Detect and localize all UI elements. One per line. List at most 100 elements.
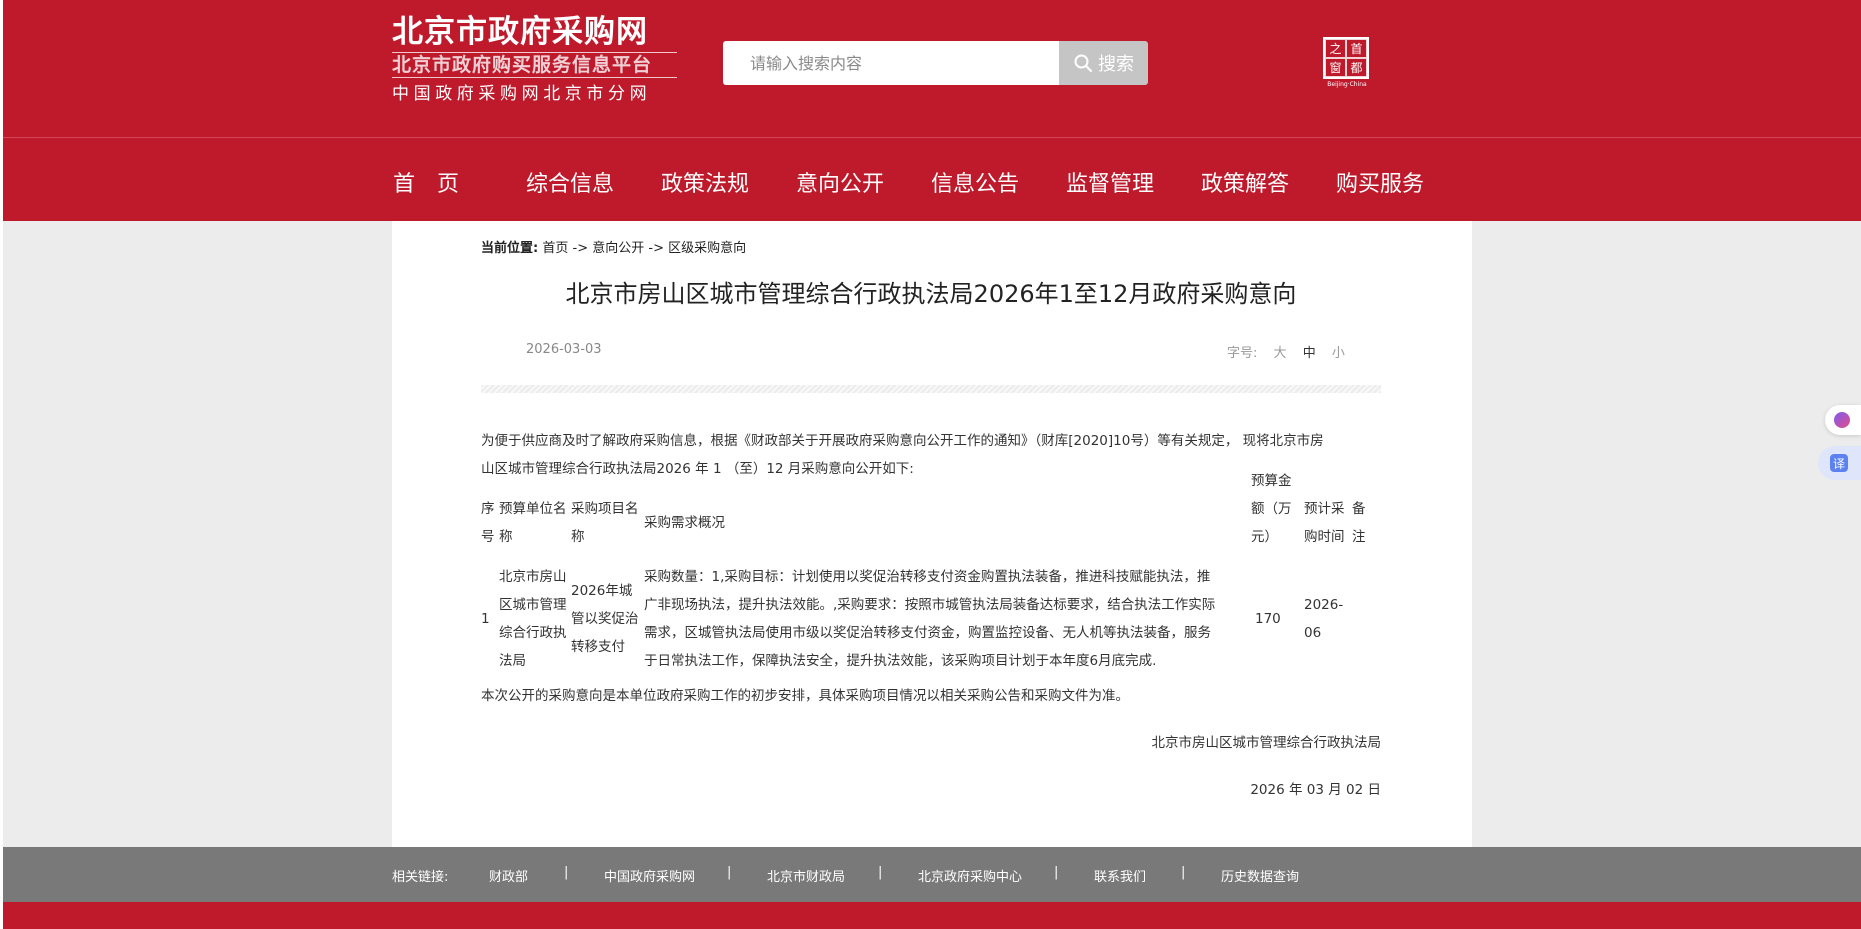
footer-link-mof[interactable]: 财政部 <box>489 866 528 885</box>
font-size-label: 字号: <box>1227 346 1258 361</box>
td-summary: 采购数量：1,采购目标：计划使用以奖促治转移支付资金购置执法装备，推进科技赋能执… <box>644 563 1215 675</box>
td-text: 区城市管理 <box>499 597 567 613</box>
nav-item-policy-answers[interactable]: 政策解答 <box>1201 166 1289 198</box>
th-unit: 预算单位名 称 <box>499 495 567 551</box>
breadcrumb-separator: -> <box>572 241 589 256</box>
td-unit: 北京市房山 区城市管理 综合行政执 法局 <box>499 563 567 675</box>
font-size-small[interactable]: 小 <box>1332 346 1345 361</box>
seal-char: 首 <box>1346 39 1367 58</box>
footer-separator: | <box>878 865 883 880</box>
article-panel: 当前位置: 首页 -> 意向公开 -> 区级采购意向 北京市房山区城市管理综合行… <box>392 221 1472 847</box>
td-text: 综合行政执 <box>499 625 567 641</box>
search-button[interactable]: 搜索 <box>1059 41 1148 85</box>
footer-separator: | <box>1181 865 1186 880</box>
intro-line: 为便于供应商及时了解政府采购信息，根据《财政部关于开展政府采购意向公开工作的通知… <box>481 433 1324 449</box>
th-text: 购时间 <box>1304 529 1345 545</box>
footer-link-ccgp[interactable]: 中国政府采购网 <box>604 866 695 885</box>
td-budget: 170 <box>1255 611 1281 627</box>
footer-link-beijing-finance[interactable]: 北京市财政局 <box>767 866 845 885</box>
td-seq: 1 <box>481 611 490 627</box>
td-text: 转移支付 <box>571 639 625 655</box>
th-text: 采购项目名 <box>571 501 639 517</box>
font-size-switcher: 字号: 大 中 小 <box>1227 342 1345 361</box>
title-divider <box>481 385 1381 393</box>
seal-emblem: 之 首 窗 都 <box>1323 37 1369 79</box>
translate-widget[interactable]: 译 <box>1818 446 1861 480</box>
site-footer: 相关链接: 财政部 | 中国政府采购网 | 北京市财政局 | 北京政府采购中心 … <box>3 847 1861 902</box>
breadcrumb-home[interactable]: 首页 <box>542 241 568 256</box>
td-text: 管以奖促治 <box>571 611 639 627</box>
assistant-widget[interactable] <box>1825 405 1861 435</box>
breadcrumb-label: 当前位置: <box>481 241 539 256</box>
th-text: 预算金 <box>1251 473 1292 489</box>
nav-item-policy-regulations[interactable]: 政策法规 <box>661 166 749 198</box>
th-time: 预计采 购时间 <box>1304 495 1345 551</box>
td-text: 2026- <box>1304 597 1344 613</box>
nav-item-general-info[interactable]: 综合信息 <box>526 166 614 198</box>
logo-title: 北京市政府采购网 <box>392 14 648 50</box>
td-text: 北京市房山 <box>499 569 567 585</box>
th-project: 采购项目名 称 <box>571 495 639 551</box>
publish-date: 2026-03-03 <box>526 342 602 357</box>
footer-links-label: 相关链接: <box>392 870 449 885</box>
th-text: 注 <box>1352 529 1366 545</box>
font-size-medium[interactable]: 中 <box>1303 346 1316 361</box>
nav-item-home[interactable]: 首 页 <box>393 166 459 198</box>
footer-separator: | <box>564 865 569 880</box>
footer-separator: | <box>1054 865 1059 880</box>
article-title: 北京市房山区城市管理综合行政执法局2026年1至12月政府采购意向 <box>565 280 1297 308</box>
closing-note: 本次公开的采购意向是本单位政府采购工作的初步安排，具体采购项目情况以相关采购公告… <box>481 688 1129 704</box>
th-text: 序 <box>481 501 495 517</box>
td-text: 于日常执法工作，保障执法安全，提升执法效能，该采购项目计划于本年度6月底完成. <box>644 653 1157 669</box>
th-text: 预计采 <box>1304 501 1345 517</box>
td-text: 采购数量：1,采购目标：计划使用以奖促治转移支付资金购置执法装备，推进科技赋能执… <box>644 569 1211 585</box>
seal-caption: Beijing·China <box>1327 81 1367 88</box>
td-project: 2026年城 管以奖促治 转移支付 <box>571 577 639 661</box>
seal-char: 窗 <box>1325 58 1346 77</box>
th-budget: 预算金 额（万 元） <box>1251 467 1292 551</box>
breadcrumb-separator: -> <box>648 241 664 256</box>
assistant-icon <box>1834 412 1850 428</box>
th-text: 预算单位名 <box>499 501 567 517</box>
search-icon <box>1074 54 1093 73</box>
nav-item-intention-disclosure[interactable]: 意向公开 <box>796 166 884 198</box>
capital-window-seal[interactable]: 之 首 窗 都 Beijing·China <box>1323 37 1371 89</box>
font-size-large[interactable]: 大 <box>1274 346 1287 361</box>
td-text: 广非现场执法，提升执法效能。,采购要求：按照市城管执法局装备达标要求，结合执法工… <box>644 597 1216 613</box>
th-text: 元） <box>1251 529 1278 545</box>
footer-link-history[interactable]: 历史数据查询 <box>1221 866 1299 885</box>
main-nav: 首 页 综合信息 政策法规 意向公开 信息公告 监督管理 政策解答 购买服务 <box>3 137 1861 221</box>
footer-separator: | <box>727 865 732 880</box>
intro-line: 山区城市管理综合行政执法局2026 年 1 （至）12 月采购意向公开如下: <box>481 461 914 477</box>
seal-char: 都 <box>1346 58 1367 77</box>
td-text: 2026年城 <box>571 583 633 599</box>
th-remark: 备 注 <box>1352 495 1366 551</box>
td-text: 法局 <box>499 653 526 669</box>
logo-footnote: 中国政府采购网北京市分网 <box>392 84 652 104</box>
signature-date: 2026 年 03 月 02 日 <box>1250 782 1381 798</box>
nav-item-announcements[interactable]: 信息公告 <box>931 166 1019 198</box>
site-logo[interactable]: 北京市政府采购网 北京市政府购买服务信息平台 中国政府采购网北京市分网 <box>392 14 677 107</box>
breadcrumb-intention[interactable]: 意向公开 <box>592 241 644 256</box>
th-text: 备 <box>1352 501 1366 517</box>
th-text: 称 <box>499 529 513 545</box>
th-text: 号 <box>481 529 495 545</box>
nav-item-supervision[interactable]: 监督管理 <box>1066 166 1154 198</box>
search-box <box>723 41 1059 85</box>
seal-char: 之 <box>1325 39 1346 58</box>
footer-link-procurement-center[interactable]: 北京政府采购中心 <box>918 866 1022 885</box>
search-button-label: 搜索 <box>1098 54 1134 75</box>
td-text: 需求，区城管执法局使用市级以奖促治转移支付资金，购置监控设备、无人机等执法装备，… <box>644 625 1211 641</box>
th-text: 称 <box>571 529 585 545</box>
breadcrumb: 当前位置: 首页 -> 意向公开 -> 区级采购意向 <box>481 237 746 256</box>
th-seq: 序 号 <box>481 495 495 551</box>
nav-item-purchase-services[interactable]: 购买服务 <box>1336 166 1424 198</box>
footer-link-contact[interactable]: 联系我们 <box>1094 866 1146 885</box>
logo-subtitle: 北京市政府购买服务信息平台 <box>392 52 677 78</box>
th-text: 额（万 <box>1251 501 1292 517</box>
th-summary: 采购需求概况 <box>644 515 725 531</box>
breadcrumb-district[interactable]: 区级采购意向 <box>668 241 746 256</box>
search-input[interactable] <box>723 41 1059 85</box>
intro-paragraph: 为便于供应商及时了解政府采购信息，根据《财政部关于开展政府采购意向公开工作的通知… <box>481 427 1381 483</box>
signature: 北京市房山区城市管理综合行政执法局 <box>1151 735 1382 751</box>
